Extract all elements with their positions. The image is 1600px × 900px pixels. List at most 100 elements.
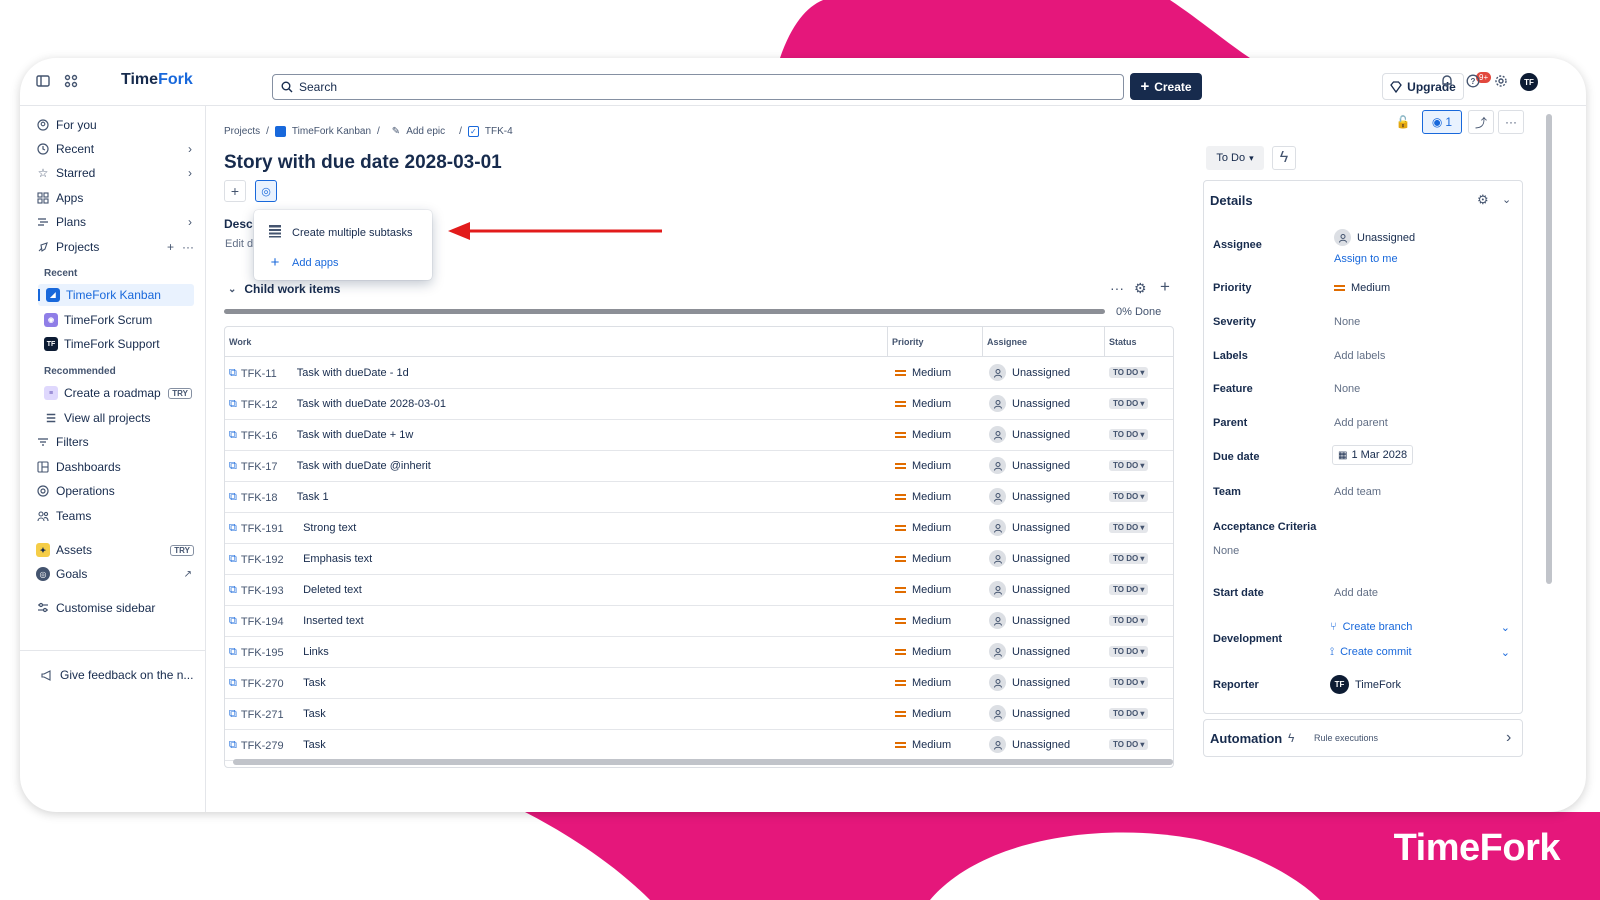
reporter-value[interactable]: TF TimeFork: [1330, 675, 1401, 694]
work-item-key[interactable]: ⧉ TFK-191: [229, 522, 284, 535]
work-item-key[interactable]: ⧉ TFK-271: [229, 708, 284, 721]
sidebar-item-apps[interactable]: Apps: [36, 187, 198, 209]
work-item-key[interactable]: ⧉ TFK-193: [229, 584, 284, 597]
severity-value[interactable]: None: [1334, 316, 1360, 328]
priority-cell[interactable]: Medium: [895, 491, 951, 503]
work-item-summary[interactable]: Task with dueDate @inherit: [297, 460, 431, 472]
sidebar-item-filters[interactable]: Filters: [36, 431, 198, 453]
status-lozenge[interactable]: TO DO ▾: [1109, 398, 1149, 409]
status-lozenge[interactable]: TO DO ▾: [1109, 615, 1149, 626]
status-lozenge[interactable]: TO DO ▾: [1109, 367, 1149, 378]
status-lozenge[interactable]: TO DO ▾: [1109, 522, 1149, 533]
chevron-right-icon[interactable]: ›: [188, 215, 192, 229]
sidebar-project-scrum[interactable]: ◉ TimeFork Scrum: [42, 309, 196, 331]
acceptance-criteria-value[interactable]: None: [1213, 545, 1239, 557]
sidebar-item-recent[interactable]: Recent ›: [36, 138, 198, 160]
status-lozenge[interactable]: TO DO ▾: [1109, 460, 1149, 471]
priority-cell[interactable]: Medium: [895, 398, 951, 410]
work-item-key[interactable]: ⧉ TFK-194: [229, 615, 284, 628]
work-item-key[interactable]: ⧉ TFK-270: [229, 677, 284, 690]
assignee-value[interactable]: Unassigned: [1334, 229, 1415, 246]
column-header-priority[interactable]: Priority: [887, 327, 982, 357]
assignee-cell[interactable]: Unassigned: [989, 736, 1070, 753]
table-row[interactable]: ⧉ TFK-270 Task Medium Unassigned TO DO ▾: [225, 668, 1173, 699]
search-input[interactable]: Search: [272, 74, 1124, 100]
vertical-scrollbar[interactable]: [1546, 114, 1552, 584]
details-settings-gear-icon[interactable]: ⚙: [1477, 192, 1489, 208]
sidebar-feedback[interactable]: Give feedback on the n...: [40, 664, 202, 686]
priority-cell[interactable]: Medium: [895, 646, 951, 658]
column-header-status[interactable]: Status: [1104, 327, 1173, 357]
more-actions-icon[interactable]: ···: [1110, 280, 1124, 296]
table-row[interactable]: ⧉ TFK-279 Task Medium Unassigned TO DO ▾: [225, 730, 1173, 761]
watch-button[interactable]: ◉ 1: [1422, 110, 1462, 134]
assignee-cell[interactable]: Unassigned: [989, 364, 1070, 381]
work-item-summary[interactable]: Task: [303, 677, 326, 689]
assignee-cell[interactable]: Unassigned: [989, 674, 1070, 691]
priority-cell[interactable]: Medium: [895, 615, 951, 627]
table-row[interactable]: ⧉ TFK-194 Inserted text Medium Unassigned TO …: [225, 606, 1173, 637]
sidebar-create-roadmap[interactable]: ≡ Create a roadmap TRY: [42, 382, 196, 404]
team-value[interactable]: Add team: [1334, 486, 1381, 498]
work-item-key[interactable]: ⧉ TFK-18: [229, 491, 278, 504]
sidebar-item-starred[interactable]: ☆ Starred ›: [36, 162, 198, 184]
breadcrumb-project[interactable]: TimeFork Kanban: [292, 126, 371, 137]
lock-icon[interactable]: 🔓: [1390, 110, 1416, 134]
work-item-key[interactable]: ⧉ TFK-17: [229, 460, 278, 473]
status-lozenge[interactable]: TO DO ▾: [1109, 708, 1149, 719]
table-row[interactable]: ⧉ TFK-11 Task with dueDate - 1d Medium Unass…: [225, 358, 1173, 389]
work-item-summary[interactable]: Task with dueDate 2028-03-01: [297, 398, 446, 410]
share-icon[interactable]: ⤴: [1468, 110, 1494, 134]
more-icon[interactable]: ···: [182, 240, 194, 254]
status-dropdown[interactable]: To Do ▾: [1206, 146, 1264, 170]
add-button[interactable]: +: [224, 180, 246, 202]
feature-value[interactable]: None: [1334, 383, 1360, 395]
sidebar-item-plans[interactable]: Plans ›: [36, 211, 198, 233]
add-project-plus-icon[interactable]: +: [167, 240, 174, 254]
external-link-icon[interactable]: ↗: [184, 569, 192, 580]
work-item-summary[interactable]: Inserted text: [303, 615, 364, 627]
notifications-icon[interactable]: [1440, 74, 1456, 90]
assignee-cell[interactable]: Unassigned: [989, 426, 1070, 443]
priority-value[interactable]: Medium: [1334, 282, 1390, 294]
assignee-cell[interactable]: Unassigned: [989, 457, 1070, 474]
assignee-cell[interactable]: Unassigned: [989, 519, 1070, 536]
assignee-cell[interactable]: Unassigned: [989, 550, 1070, 567]
menu-item-add-apps[interactable]: + Add apps: [268, 254, 339, 271]
status-lozenge[interactable]: TO DO ▾: [1109, 429, 1149, 440]
status-lozenge[interactable]: TO DO ▾: [1109, 739, 1149, 750]
filter-settings-icon[interactable]: ⚙: [1134, 280, 1147, 297]
sidebar-item-dashboards[interactable]: Dashboards: [36, 456, 198, 478]
table-row[interactable]: ⧉ TFK-191 Strong text Medium Unassigned TO DO…: [225, 513, 1173, 544]
assignee-cell[interactable]: Unassigned: [989, 612, 1070, 629]
work-item-key[interactable]: ⧉ TFK-192: [229, 553, 284, 566]
table-row[interactable]: ⧉ TFK-16 Task with dueDate + 1w Medium Unass…: [225, 420, 1173, 451]
work-item-summary[interactable]: Strong text: [303, 522, 356, 534]
work-item-summary[interactable]: Task with dueDate + 1w: [297, 429, 413, 441]
work-item-key[interactable]: ⧉ TFK-195: [229, 646, 284, 659]
breadcrumb-add-epic[interactable]: Add epic: [406, 126, 445, 137]
details-title[interactable]: Details: [1210, 193, 1253, 208]
due-date-value[interactable]: ▦ 1 Mar 2028: [1332, 445, 1414, 465]
table-row[interactable]: ⧉ TFK-12 Task with dueDate 2028-03-01 Mediu…: [225, 389, 1173, 420]
table-row[interactable]: ⧉ TFK-17 Task with dueDate @inherit Medium U…: [225, 451, 1173, 482]
create-commit-link[interactable]: ⟟ Create commit ⌄: [1330, 646, 1510, 659]
chevron-right-icon[interactable]: ›: [188, 166, 192, 180]
child-work-items-header[interactable]: ⌄ Child work items: [228, 282, 340, 296]
settings-gear-icon[interactable]: [1494, 74, 1510, 90]
status-lozenge[interactable]: TO DO ▾: [1109, 491, 1149, 502]
column-header-work[interactable]: Work: [225, 327, 887, 357]
table-row[interactable]: ⧉ TFK-193 Deleted text Medium Unassigned TO D…: [225, 575, 1173, 606]
sidebar-project-kanban[interactable]: ◢ TimeFork Kanban: [38, 284, 194, 306]
breadcrumb-issue-key[interactable]: TFK-4: [485, 126, 513, 137]
work-item-summary[interactable]: Task: [303, 739, 326, 751]
priority-cell[interactable]: Medium: [895, 522, 951, 534]
priority-cell[interactable]: Medium: [895, 739, 951, 751]
column-header-assignee[interactable]: Assignee: [982, 327, 1104, 357]
sidebar-item-teams[interactable]: Teams: [36, 505, 198, 527]
priority-cell[interactable]: Medium: [895, 677, 951, 689]
sidebar-item-assets[interactable]: ✦ Assets TRY: [36, 539, 198, 561]
horizontal-scrollbar[interactable]: [233, 759, 1173, 765]
sidebar-view-all-projects[interactable]: ☰ View all projects: [42, 407, 196, 429]
add-child-plus-icon[interactable]: +: [1160, 277, 1170, 297]
